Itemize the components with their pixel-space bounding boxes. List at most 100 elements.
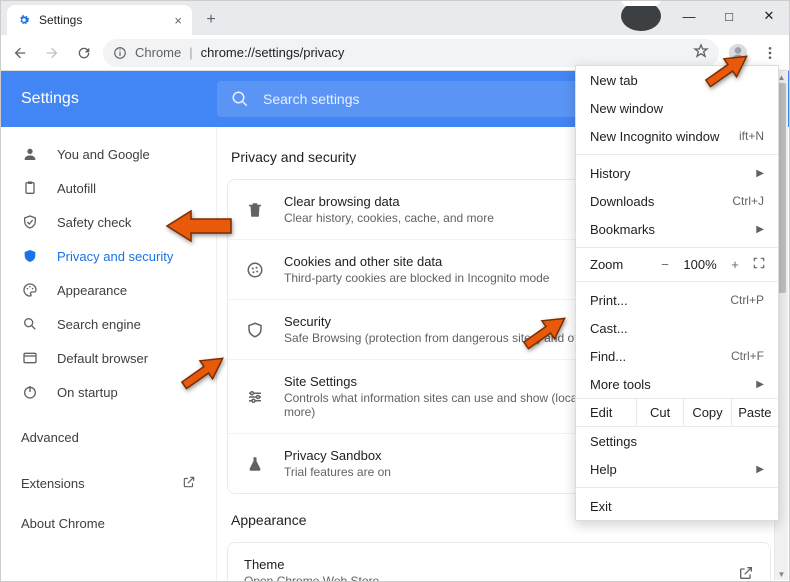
settings-title: Settings — [21, 90, 217, 108]
flask-icon — [244, 455, 266, 473]
sidebar-item-on-startup[interactable]: On startup — [1, 375, 216, 409]
shield-icon — [21, 248, 39, 264]
row-sub: Open Chrome Web Store — [244, 574, 379, 581]
settings-sidebar: You and Google Autofill Safety check Pri… — [1, 127, 217, 581]
palette-icon — [21, 282, 39, 298]
menu-print[interactable]: Print...Ctrl+P — [576, 286, 778, 314]
omnibox-divider: | — [189, 45, 192, 60]
sidebar-item-label: Autofill — [57, 181, 96, 196]
forward-button[interactable] — [39, 40, 65, 66]
menu-copy[interactable]: Copy — [683, 399, 730, 426]
tab-close-icon[interactable]: × — [174, 13, 182, 28]
sliders-icon — [244, 388, 266, 406]
sidebar-item-label: You and Google — [57, 147, 150, 162]
row-title: Clear browsing data — [284, 194, 494, 209]
sidebar-item-about-chrome[interactable]: About Chrome — [1, 503, 216, 543]
profile-avatar-icon[interactable] — [725, 40, 751, 66]
sidebar-item-label: Appearance — [57, 283, 127, 298]
row-title: Privacy Sandbox — [284, 448, 391, 463]
menu-downloads[interactable]: DownloadsCtrl+J — [576, 187, 778, 215]
sidebar-item-label: Extensions — [21, 476, 85, 491]
sidebar-item-safety-check[interactable]: Safety check — [1, 205, 216, 239]
tab-title: Settings — [39, 13, 82, 27]
row-sub: Clear history, cookies, cache, and more — [284, 211, 494, 225]
sidebar-item-you-and-google[interactable]: You and Google — [1, 137, 216, 171]
back-button[interactable] — [7, 40, 33, 66]
zoom-in-button[interactable]: + — [722, 257, 748, 272]
row-sub: Third-party cookies are blocked in Incog… — [284, 271, 549, 285]
fullscreen-icon[interactable] — [748, 256, 770, 273]
scroll-down-icon[interactable]: ▼ — [775, 568, 788, 580]
trash-icon — [244, 201, 266, 219]
magnifier-icon — [21, 316, 39, 332]
reload-button[interactable] — [71, 40, 97, 66]
browser-tab[interactable]: Settings × — [7, 5, 192, 35]
sidebar-item-label: Privacy and security — [57, 249, 173, 264]
search-icon — [231, 90, 249, 108]
shield-check-icon — [21, 214, 39, 230]
security-shield-icon — [244, 321, 266, 339]
sidebar-item-label: On startup — [57, 385, 118, 400]
address-bar[interactable]: Chrome | chrome://settings/privacy — [103, 39, 719, 67]
menu-paste[interactable]: Paste — [731, 399, 778, 426]
external-link-icon — [182, 475, 196, 492]
sidebar-item-extensions[interactable]: Extensions — [1, 463, 216, 503]
menu-settings[interactable]: Settings — [576, 427, 778, 455]
external-link-icon — [738, 565, 754, 581]
menu-edit-bar: Edit Cut Copy Paste — [576, 398, 778, 427]
menu-cut[interactable]: Cut — [636, 399, 683, 426]
gear-icon — [17, 13, 31, 27]
menu-cast[interactable]: Cast... — [576, 314, 778, 342]
window-close-button[interactable]: ✕ — [749, 1, 789, 31]
row-theme[interactable]: Theme Open Chrome Web Store — [228, 543, 770, 581]
menu-more-tools[interactable]: More tools▶ — [576, 370, 778, 398]
person-icon — [21, 146, 39, 162]
sidebar-item-privacy-and-security[interactable]: Privacy and security — [1, 239, 216, 273]
new-tab-button[interactable]: + — [198, 7, 224, 33]
chevron-right-icon: ▶ — [756, 464, 764, 475]
chevron-right-icon: ▶ — [756, 224, 764, 235]
sidebar-item-label: Search engine — [57, 317, 141, 332]
chevron-right-icon: ▶ — [756, 168, 764, 179]
window-titlebar: Settings × + — □ ✕ — [1, 1, 789, 35]
chevron-right-icon: ▶ — [756, 379, 764, 390]
menu-zoom-label: Zoom — [590, 257, 652, 272]
menu-exit[interactable]: Exit — [576, 492, 778, 520]
menu-history[interactable]: History▶ — [576, 159, 778, 187]
appearance-card: ThemeOpen Chrome Web Store Show home but… — [227, 542, 771, 581]
omnibox-origin: Chrome — [135, 45, 181, 60]
clipboard-icon — [21, 180, 39, 196]
cookie-icon — [244, 261, 266, 279]
bookmark-star-icon[interactable] — [693, 43, 709, 62]
menu-zoom-row: Zoom − 100% + — [576, 252, 778, 277]
menu-find[interactable]: Find...Ctrl+F — [576, 342, 778, 370]
sidebar-item-autofill[interactable]: Autofill — [1, 171, 216, 205]
sidebar-item-search-engine[interactable]: Search engine — [1, 307, 216, 341]
sidebar-item-label: About Chrome — [21, 516, 105, 531]
zoom-out-button[interactable]: − — [652, 257, 678, 272]
power-icon — [21, 384, 39, 400]
sidebar-item-advanced[interactable]: Advanced — [1, 417, 216, 457]
browser-icon — [21, 350, 39, 366]
menu-bookmarks[interactable]: Bookmarks▶ — [576, 215, 778, 243]
window-maximize-button[interactable]: □ — [709, 1, 749, 31]
menu-help[interactable]: Help▶ — [576, 455, 778, 483]
account-oval-icon[interactable] — [621, 1, 661, 31]
menu-new-incognito[interactable]: New Incognito windowift+N — [576, 122, 778, 150]
row-sub: Trial features are on — [284, 465, 391, 479]
zoom-value: 100% — [678, 257, 722, 272]
menu-edit-label: Edit — [576, 399, 636, 426]
menu-new-tab[interactable]: New tab — [576, 66, 778, 94]
info-icon — [113, 46, 127, 60]
sidebar-item-appearance[interactable]: Appearance — [1, 273, 216, 307]
menu-new-window[interactable]: New window — [576, 94, 778, 122]
row-title: Cookies and other site data — [284, 254, 549, 269]
omnibox-url: chrome://settings/privacy — [201, 45, 345, 60]
chrome-menu-button[interactable] — [757, 40, 783, 66]
sidebar-item-label: Default browser — [57, 351, 148, 366]
row-title: Theme — [244, 557, 379, 572]
sidebar-item-label: Advanced — [21, 430, 79, 445]
sidebar-item-default-browser[interactable]: Default browser — [1, 341, 216, 375]
chrome-overflow-menu: New tab New window New Incognito windowi… — [575, 65, 779, 521]
window-minimize-button[interactable]: — — [669, 1, 709, 31]
